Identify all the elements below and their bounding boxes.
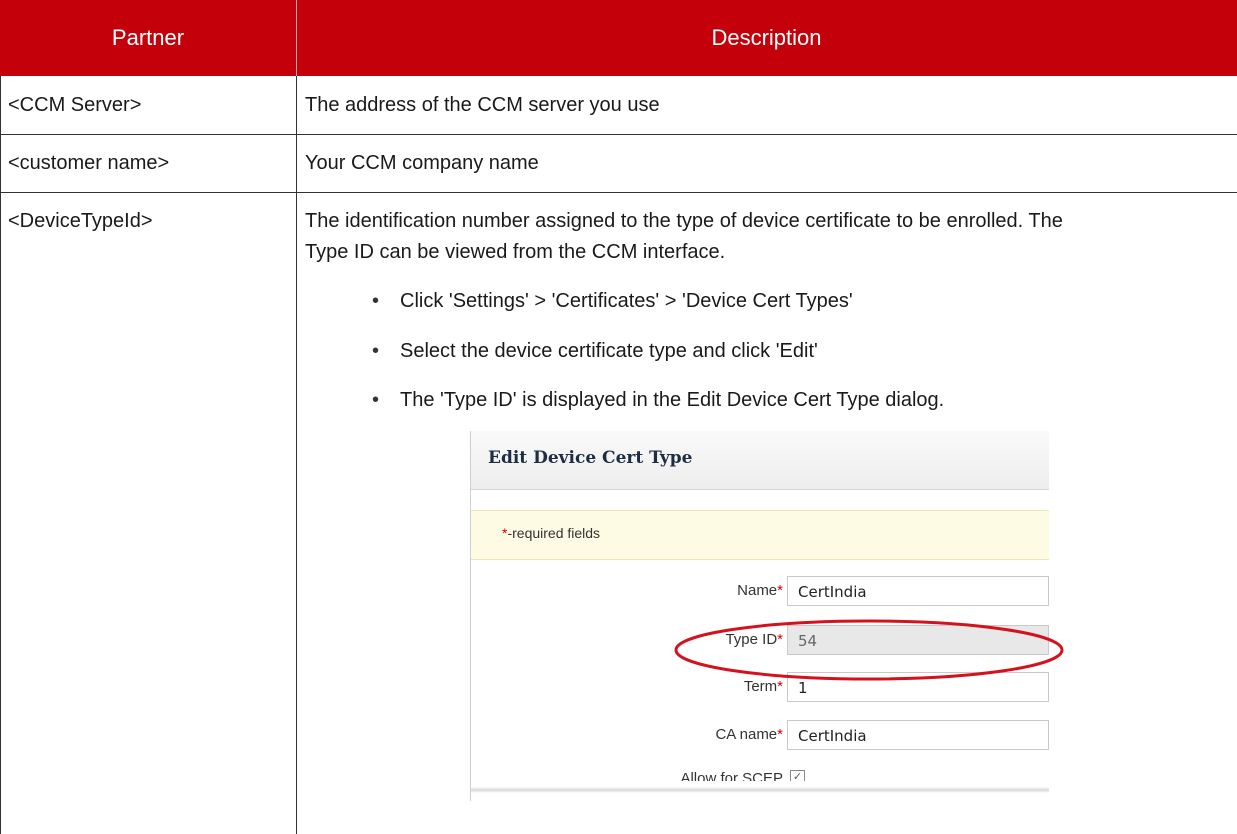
column-divider bbox=[296, 76, 297, 834]
description-line: Type ID can be viewed from the CCM inter… bbox=[305, 241, 726, 263]
name-row: Name* CertIndia bbox=[471, 572, 1049, 608]
left-border bbox=[0, 76, 1, 834]
ca-name-field[interactable]: CertIndia bbox=[787, 720, 1049, 750]
bullet-text: Select the device certificate type and c… bbox=[400, 340, 818, 362]
dialog-title: Edit Device Cert Type bbox=[488, 448, 693, 468]
required-text: -required fields bbox=[507, 525, 601, 541]
list-item: • The 'Type ID' is displayed in the Edit… bbox=[372, 385, 944, 415]
header-description: Description bbox=[711, 25, 822, 50]
table-header: Partner Description bbox=[0, 0, 1237, 76]
header-partner: Partner bbox=[111, 25, 185, 50]
partner-cell: <CCM Server> bbox=[8, 94, 142, 116]
bullet-text: The 'Type ID' is displayed in the Edit D… bbox=[400, 389, 945, 411]
bullet-icon: • bbox=[372, 290, 380, 312]
list-item: • Click 'Settings' > 'Certificates' > 'D… bbox=[372, 286, 853, 316]
description-cell: Your CCM company name bbox=[305, 152, 539, 174]
bullet-text: Click 'Settings' > 'Certificates' > 'Dev… bbox=[400, 290, 853, 312]
ca-name-label: CA name bbox=[715, 726, 778, 743]
bullet-icon: • bbox=[372, 340, 380, 362]
row-divider bbox=[0, 192, 1237, 193]
partner-cell: <DeviceTypeId> bbox=[8, 210, 153, 232]
name-label: Name bbox=[737, 582, 778, 599]
description-cell: The address of the CCM server you use bbox=[305, 94, 660, 116]
list-item: • Select the device certificate type and… bbox=[372, 336, 818, 366]
required-fields-note: *-required fields bbox=[471, 510, 1049, 560]
name-field[interactable]: CertIndia bbox=[787, 576, 1049, 606]
description-line: The identification number assigned to th… bbox=[305, 210, 1063, 232]
torn-edge bbox=[471, 781, 1049, 801]
ca-name-row: CA name* CertIndia bbox=[471, 716, 1049, 752]
bullet-icon: • bbox=[372, 389, 380, 411]
dialog-titlebar: Edit Device Cert Type bbox=[471, 431, 1049, 490]
edit-device-cert-type-dialog: Edit Device Cert Type *-required fields … bbox=[470, 431, 1049, 801]
type-id-highlight bbox=[674, 619, 1064, 681]
highlight-ellipse bbox=[674, 619, 1064, 681]
partner-cell: <customer name> bbox=[8, 152, 170, 174]
row-divider bbox=[0, 134, 1237, 135]
